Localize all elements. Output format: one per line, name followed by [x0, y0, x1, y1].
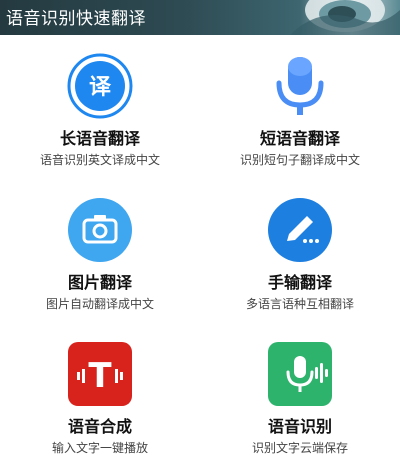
feature-grid: 译 长语音翻译 语音识别英文译成中文 短语音翻译 识别短句子翻译成中文 图片翻译… [0, 35, 400, 467]
top-banner[interactable]: 语音识别快速翻译 [0, 0, 400, 35]
feature-speech-synthesis[interactable]: T 语音合成 输入文字一键播放 [0, 323, 200, 467]
banner-illustration [290, 0, 400, 35]
pencil-icon [267, 197, 333, 263]
feature-subtitle: 识别文字云端保存 [251, 441, 348, 455]
feature-title: 手输翻译 [267, 273, 332, 292]
feature-image-translate[interactable]: 图片翻译 图片自动翻译成中文 [0, 179, 200, 323]
feature-title: 语音合成 [67, 417, 132, 436]
feature-subtitle: 输入文字一键播放 [51, 441, 148, 455]
microphone-icon [267, 53, 333, 119]
feature-title: 短语音翻译 [259, 129, 340, 148]
banner-title: 语音识别快速翻译 [6, 9, 146, 29]
svg-text:T: T [88, 356, 112, 396]
feature-subtitle: 图片自动翻译成中文 [45, 297, 154, 311]
voice-recognition-icon [267, 341, 333, 407]
svg-text:译: 译 [89, 75, 112, 100]
camera-icon [67, 197, 133, 263]
feature-title: 图片翻译 [67, 273, 132, 292]
translate-icon: 译 [67, 53, 133, 119]
feature-subtitle: 多语言语种互相翻译 [245, 297, 354, 311]
text-to-speech-icon: T [67, 341, 133, 407]
feature-long-voice-translate[interactable]: 译 长语音翻译 语音识别英文译成中文 [0, 35, 200, 179]
feature-voice-recognition[interactable]: 语音识别 识别文字云端保存 [200, 323, 400, 467]
feature-title: 长语音翻译 [59, 129, 140, 148]
feature-short-voice-translate[interactable]: 短语音翻译 识别短句子翻译成中文 [200, 35, 400, 179]
feature-subtitle: 语音识别英文译成中文 [39, 153, 160, 167]
feature-subtitle: 识别短句子翻译成中文 [239, 153, 360, 167]
feature-title: 语音识别 [267, 417, 332, 436]
feature-handwrite-translate[interactable]: 手输翻译 多语言语种互相翻译 [200, 179, 400, 323]
